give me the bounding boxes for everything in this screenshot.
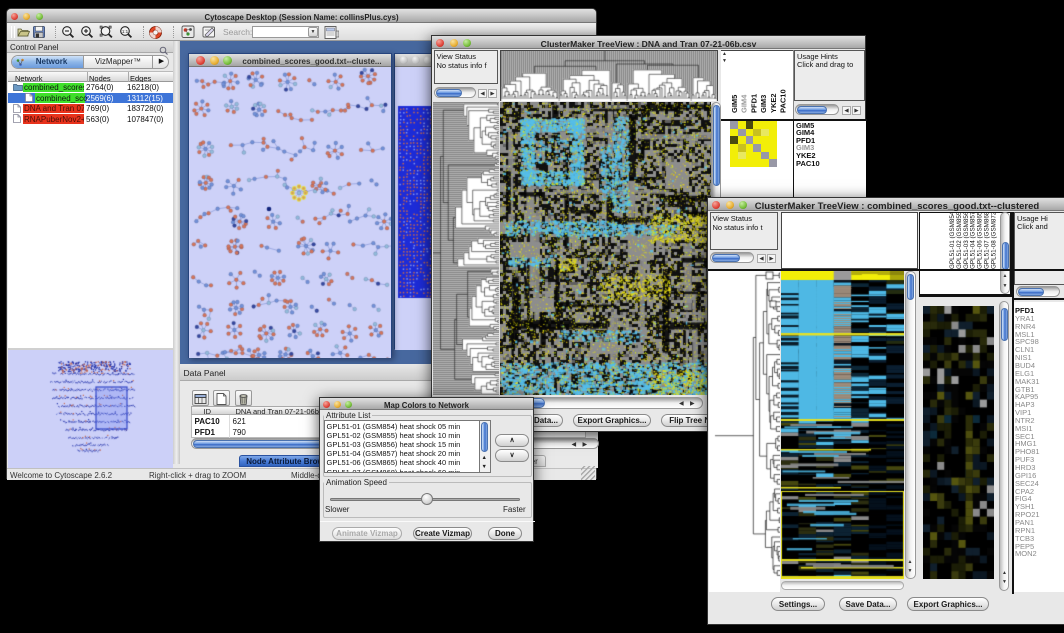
svg-text:1:1: 1:1 <box>122 29 129 34</box>
svg-text:GIM5: GIM5 <box>730 94 739 112</box>
svg-text:YKE2: YKE2 <box>768 93 777 113</box>
svg-text:PFD1: PFD1 <box>749 93 758 112</box>
svg-text:GIM3: GIM3 <box>759 94 768 112</box>
svg-text:GIM4: GIM4 <box>739 93 748 112</box>
svg-text:GPL51-08 (GSM872): GPL51-08 (GSM872) <box>990 213 997 269</box>
svg-text:PAC10: PAC10 <box>778 89 787 113</box>
